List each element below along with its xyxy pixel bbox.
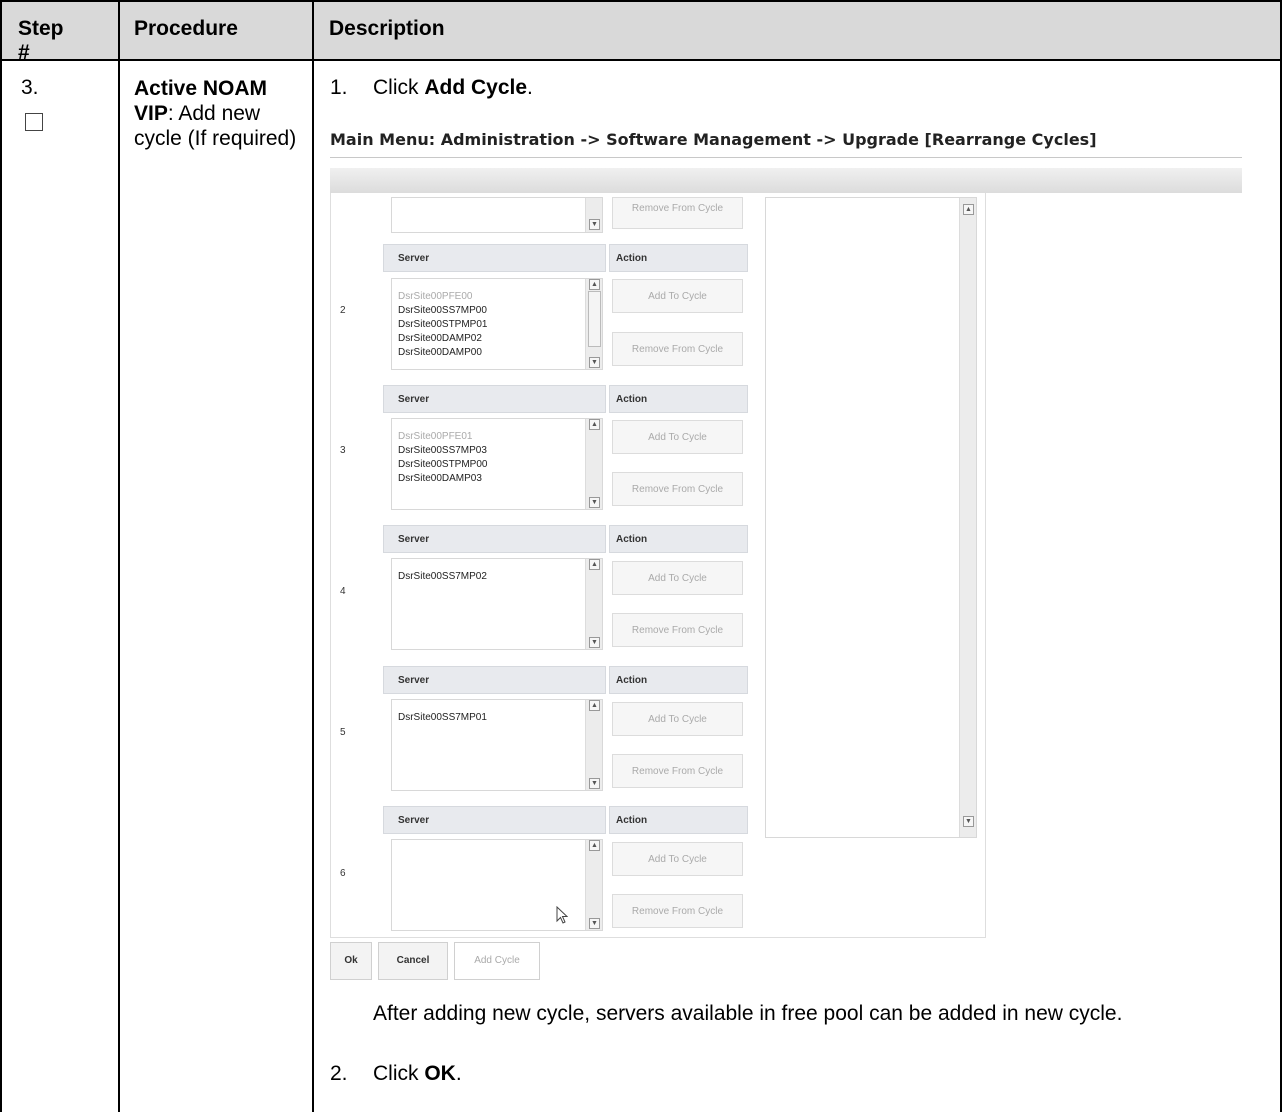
add-to-cycle-button[interactable]: Add To Cycle <box>612 702 743 736</box>
scroll-thumb[interactable] <box>588 291 601 347</box>
cycle-1-server-list[interactable]: ▼ <box>391 197 603 233</box>
scrollbar[interactable]: ▲ ▼ <box>959 198 976 837</box>
substep-2-text: Click OK. <box>373 1062 462 1085</box>
list-item[interactable]: DsrSite00SS7MP02 <box>398 571 487 583</box>
mouse-cursor-icon <box>556 906 568 924</box>
free-pool-list[interactable]: ▲ ▼ <box>765 197 977 838</box>
list-item[interactable]: DsrSite00PFE01 <box>398 431 472 443</box>
remove-from-cycle-button[interactable]: Remove From Cycle <box>612 197 743 229</box>
server-column-header: Server <box>383 806 606 834</box>
screenshot-title: Main Menu: Administration -> Software Ma… <box>330 130 1097 149</box>
scroll-up-icon[interactable]: ▲ <box>589 279 600 290</box>
add-to-cycle-button[interactable]: Add To Cycle <box>612 561 743 595</box>
ok-button[interactable]: Ok <box>330 942 372 980</box>
note-text: After adding new cycle, servers availabl… <box>373 1002 1123 1025</box>
server-column-header: Server <box>383 666 606 694</box>
procedure-table: Step # Procedure Description 3. Active N… <box>0 0 1282 1112</box>
cycle-4-server-list[interactable]: DsrSite00SS7MP02 ▲ ▼ <box>391 558 603 650</box>
server-column-header: Server <box>383 385 606 413</box>
cycle-number: 4 <box>340 586 346 597</box>
substep-2-number: 2. <box>330 1062 348 1085</box>
list-item[interactable]: DsrSite00DAMP00 <box>398 347 482 359</box>
cycle-3-server-list[interactable]: DsrSite00PFE01 DsrSite00SS7MP03 DsrSite0… <box>391 418 603 510</box>
add-cycle-button[interactable]: Add Cycle <box>454 942 540 980</box>
screenshot-rule <box>330 157 1242 158</box>
action-column-header: Action <box>609 525 748 553</box>
action-column-header: Action <box>609 666 748 694</box>
scroll-down-icon[interactable]: ▼ <box>589 497 600 508</box>
scrollbar[interactable]: ▲ ▼ <box>585 419 602 509</box>
add-to-cycle-button[interactable]: Add To Cycle <box>612 279 743 313</box>
column-divider-1 <box>118 0 120 1112</box>
scroll-up-icon[interactable]: ▲ <box>589 559 600 570</box>
scrollbar[interactable]: ▲ ▼ <box>585 700 602 790</box>
substep-1-text: Click Add Cycle. <box>373 76 533 99</box>
add-to-cycle-button[interactable]: Add To Cycle <box>612 842 743 876</box>
cancel-button[interactable]: Cancel <box>378 942 448 980</box>
list-item[interactable]: DsrSite00DAMP02 <box>398 333 482 345</box>
step-number: 3. <box>21 76 39 99</box>
cycle-number: 3 <box>340 445 346 456</box>
header-procedure: Procedure <box>134 17 238 40</box>
table-border-left <box>0 0 2 1112</box>
add-to-cycle-button[interactable]: Add To Cycle <box>612 420 743 454</box>
header-description: Description <box>329 17 445 40</box>
list-item[interactable]: DsrSite00SS7MP00 <box>398 305 487 317</box>
list-item[interactable]: DsrSite00PFE00 <box>398 291 472 303</box>
action-column-header: Action <box>609 806 748 834</box>
screenshot-toolbar <box>330 168 1242 193</box>
step-checkbox[interactable] <box>25 113 43 131</box>
scroll-up-icon[interactable]: ▲ <box>963 204 974 215</box>
remove-from-cycle-button[interactable]: Remove From Cycle <box>612 894 743 928</box>
cycle-2-server-list[interactable]: DsrSite00PFE00 DsrSite00SS7MP00 DsrSite0… <box>391 278 603 370</box>
column-divider-2 <box>312 0 314 1112</box>
list-item[interactable]: DsrSite00SS7MP03 <box>398 445 487 457</box>
remove-from-cycle-button[interactable]: Remove From Cycle <box>612 613 743 647</box>
action-column-header: Action <box>609 385 748 413</box>
remove-from-cycle-button[interactable]: Remove From Cycle <box>612 332 743 366</box>
header-divider <box>0 59 1282 61</box>
action-column-header: Action <box>609 244 748 272</box>
list-item[interactable]: DsrSite00SS7MP01 <box>398 712 487 724</box>
header-step: Step # <box>18 17 64 64</box>
list-item[interactable]: DsrSite00DAMP03 <box>398 473 482 485</box>
scroll-down-icon[interactable]: ▼ <box>589 918 600 929</box>
scrollbar[interactable]: ▲ ▼ <box>585 559 602 649</box>
scroll-up-icon[interactable]: ▲ <box>589 419 600 430</box>
server-column-header: Server <box>383 525 606 553</box>
scroll-up-icon[interactable]: ▲ <box>589 840 600 851</box>
cycle-number: 6 <box>340 868 346 879</box>
substep-1-number: 1. <box>330 76 348 99</box>
scroll-down-icon[interactable]: ▼ <box>589 219 600 230</box>
list-item[interactable]: DsrSite00STPMP01 <box>398 319 487 331</box>
scroll-down-icon[interactable]: ▼ <box>589 637 600 648</box>
scrollbar[interactable]: ▼ <box>585 198 602 232</box>
scrollbar[interactable]: ▲ ▼ <box>585 279 602 369</box>
scroll-down-icon[interactable]: ▼ <box>589 357 600 368</box>
add-cycle-ref: Add Cycle <box>424 76 528 99</box>
procedure-text: Active NOAM VIP: Add new cycle (If requi… <box>134 76 304 151</box>
server-column-header: Server <box>383 244 606 272</box>
table-border-top <box>0 0 1282 2</box>
scroll-down-icon[interactable]: ▼ <box>963 816 974 827</box>
scrollbar[interactable]: ▲ ▼ <box>585 840 602 930</box>
scroll-down-icon[interactable]: ▼ <box>589 778 600 789</box>
ok-ref: OK <box>424 1062 456 1085</box>
remove-from-cycle-button[interactable]: Remove From Cycle <box>612 754 743 788</box>
cycle-6-server-list[interactable]: ▲ ▼ <box>391 839 603 931</box>
scroll-up-icon[interactable]: ▲ <box>589 700 600 711</box>
cycle-5-server-list[interactable]: DsrSite00SS7MP01 ▲ ▼ <box>391 699 603 791</box>
cycle-number: 2 <box>340 305 346 316</box>
remove-from-cycle-button[interactable]: Remove From Cycle <box>612 472 743 506</box>
list-item[interactable]: DsrSite00STPMP00 <box>398 459 487 471</box>
cycle-number: 5 <box>340 727 346 738</box>
